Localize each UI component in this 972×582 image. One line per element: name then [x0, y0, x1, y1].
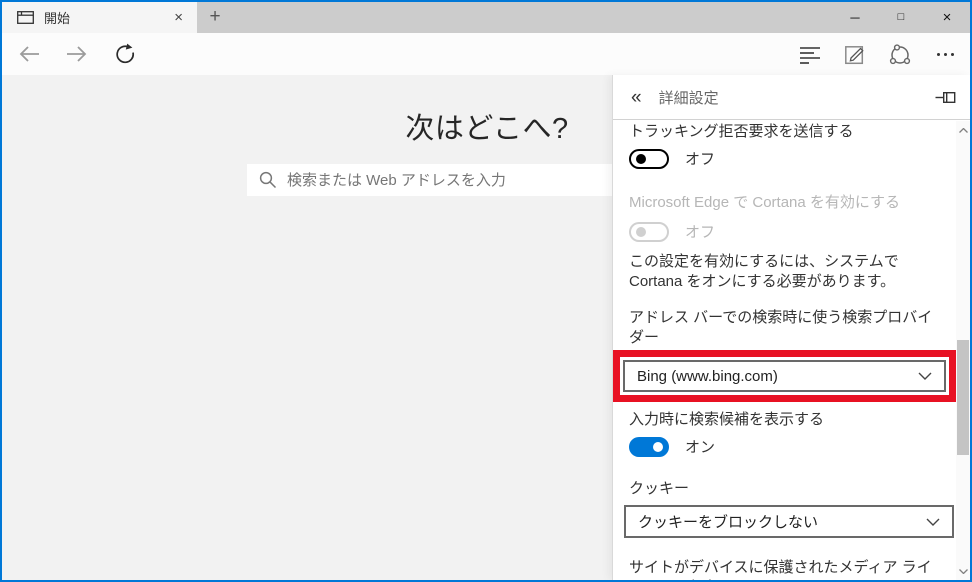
- cortana-note: この設定を有効にするには、システムで Cortana をオンにする必要があります…: [629, 252, 941, 292]
- maximize-button[interactable]: □: [878, 2, 924, 33]
- chevron-up-icon: [959, 128, 968, 133]
- suggestions-toggle-row: オン: [629, 436, 942, 457]
- back-chevron-icon[interactable]: «: [631, 88, 642, 107]
- window-controls: ─ □ ×: [832, 2, 970, 33]
- tracking-toggle-row: オフ: [629, 148, 942, 169]
- share-button[interactable]: [885, 39, 915, 69]
- web-note-icon: [844, 43, 866, 65]
- chevron-down-icon: [918, 372, 932, 380]
- share-icon: [888, 42, 912, 66]
- browser-window: 開始 × + ─ □ ×: [0, 0, 972, 582]
- forward-arrow-icon: [66, 44, 88, 64]
- cortana-toggle: [629, 222, 669, 242]
- panel-scrollbar[interactable]: [956, 121, 970, 580]
- tab-bar: 開始 × + ─ □ ×: [2, 2, 970, 33]
- pin-panel-button[interactable]: [935, 90, 956, 105]
- minimize-button[interactable]: ─: [832, 2, 878, 33]
- more-icon: [937, 53, 954, 56]
- more-button[interactable]: [930, 39, 960, 69]
- cortana-toggle-row: オフ: [629, 221, 942, 242]
- tab-close-icon[interactable]: ×: [168, 2, 189, 33]
- suggestions-toggle[interactable]: [629, 437, 669, 457]
- back-arrow-icon: [18, 44, 40, 64]
- cortana-label: Microsoft Edge で Cortana を有効にする: [629, 193, 942, 213]
- pin-icon: [935, 90, 956, 105]
- refresh-icon: [114, 43, 136, 65]
- tracking-toggle-state: オフ: [685, 148, 715, 169]
- start-page-icon: [17, 11, 34, 24]
- refresh-button[interactable]: [110, 39, 140, 69]
- search-provider-value: Bing (www.bing.com): [637, 368, 778, 385]
- back-button[interactable]: [14, 39, 44, 69]
- tab-start[interactable]: 開始 ×: [2, 2, 197, 33]
- settings-list: トラッキング拒否要求を送信する オフ Microsoft Edge で Cort…: [613, 120, 970, 580]
- tracking-label: トラッキング拒否要求を送信する: [629, 122, 942, 142]
- web-note-button[interactable]: [840, 39, 870, 69]
- cortana-toggle-state: オフ: [685, 221, 715, 242]
- annotation-highlight: Bing (www.bing.com): [613, 350, 956, 402]
- chevron-down-icon: [926, 518, 940, 526]
- media-license-label: サイトがデバイスに保護されたメディア ライセンスを保存できるようにする: [629, 558, 941, 580]
- suggestions-label: 入力時に検索候補を表示する: [629, 410, 942, 430]
- search-provider-label: アドレス バーでの検索時に使う検索プロバイダー: [629, 308, 942, 348]
- chevron-down-icon: [959, 569, 968, 574]
- tab-title: 開始: [44, 8, 168, 27]
- search-provider-dropdown[interactable]: Bing (www.bing.com): [623, 360, 946, 392]
- cookies-label: クッキー: [629, 479, 942, 499]
- suggestions-toggle-state: オン: [685, 436, 715, 457]
- cookies-value: クッキーをブロックしない: [638, 511, 818, 532]
- navigation-bar: [2, 33, 970, 75]
- scrollbar-thumb[interactable]: [957, 340, 969, 455]
- scroll-up-button[interactable]: [956, 123, 970, 137]
- settings-panel: « 詳細設定 トラッキング拒否要求を送信する オフ Microsoft Edge: [612, 75, 970, 580]
- tracking-toggle[interactable]: [629, 149, 669, 169]
- settings-panel-header: « 詳細設定: [613, 75, 970, 120]
- forward-button[interactable]: [62, 39, 92, 69]
- hub-button[interactable]: [795, 39, 825, 69]
- new-tab-button[interactable]: +: [197, 2, 233, 33]
- window-close-button[interactable]: ×: [924, 2, 970, 33]
- page-content: 次はどこへ? « 詳細設定: [2, 75, 970, 580]
- hub-icon: [798, 43, 822, 65]
- scroll-down-button[interactable]: [956, 564, 970, 578]
- search-icon: [259, 171, 277, 189]
- cookies-dropdown[interactable]: クッキーをブロックしない: [624, 505, 954, 538]
- settings-panel-title: 詳細設定: [659, 87, 719, 108]
